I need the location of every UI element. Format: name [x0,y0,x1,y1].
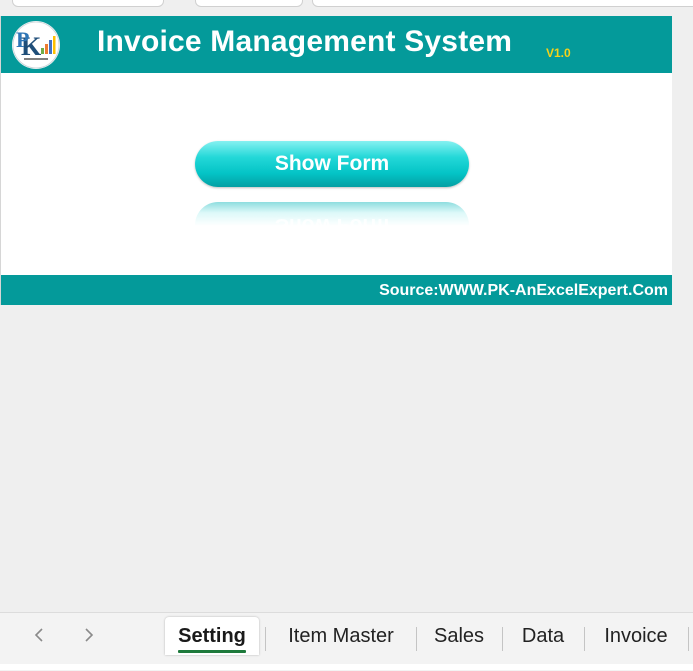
sheet-tab-bar: Setting Item Master Sales Data Invoice [0,612,693,671]
button-reflection: Show Form [195,202,469,226]
status-bar-remnant [0,664,693,670]
app-title: Invoice Management System [97,25,513,58]
tab-label: Data [521,625,565,647]
app-header: K P Invoice Management System V1.0 [1,16,673,73]
worksheet-area: K P Invoice Management System V1.0 Show … [0,16,673,305]
tab-sales[interactable]: Sales [422,617,496,655]
tab-separator [265,627,266,651]
version-label: V1.0 [546,46,571,60]
source-footer: Source:WWW.PK-AnExcelExpert.Com [1,275,673,305]
active-tab-indicator [178,650,246,653]
function-box[interactable] [195,0,303,7]
show-form-button[interactable]: Show Form [195,141,469,187]
tab-separator [688,627,689,651]
source-link[interactable]: Source:WWW.PK-AnExcelExpert.Com [379,282,668,300]
formula-bar-remnant [0,0,693,8]
tab-data[interactable]: Data [508,617,578,655]
name-box[interactable] [12,0,164,7]
tab-setting[interactable]: Setting [165,617,259,655]
tab-separator [584,627,585,651]
pk-logo-icon: K P [12,21,60,69]
chevron-left-icon[interactable] [28,623,52,647]
tab-label: Item Master [288,625,394,647]
formula-input[interactable] [312,0,693,7]
tab-separator [416,627,417,651]
tab-separator [502,627,503,651]
tab-label: Sales [433,625,485,647]
button-reflection-text: Show Form [274,214,390,226]
svg-text:P: P [16,27,29,52]
tab-label: Setting [178,625,246,647]
tab-item-master[interactable]: Item Master [272,617,410,655]
tab-invoice[interactable]: Invoice [590,617,682,655]
chevron-right-icon[interactable] [76,623,100,647]
grid-right-gutter [672,16,693,612]
tab-label: Invoice [604,625,668,647]
